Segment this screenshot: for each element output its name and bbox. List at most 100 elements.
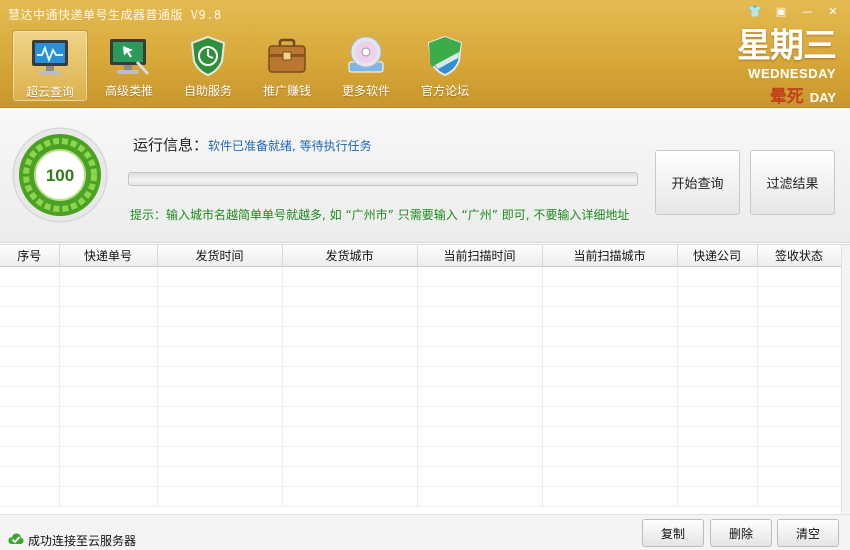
tool-more-software[interactable]: 更多软件 <box>328 30 404 102</box>
table-cell <box>0 346 60 367</box>
table-row[interactable] <box>0 406 842 427</box>
table-cell <box>757 486 842 507</box>
table-cell <box>59 406 158 427</box>
table-cell <box>0 466 60 487</box>
table-cell <box>59 306 158 327</box>
table-cell <box>542 266 678 287</box>
minimize-button[interactable]: — <box>796 3 818 20</box>
restore-button[interactable]: ▣ <box>770 3 792 20</box>
column-header[interactable]: 序号 <box>0 245 60 267</box>
shield-clock-icon <box>186 34 230 78</box>
column-header[interactable]: 发货城市 <box>282 245 418 267</box>
table-cell <box>59 346 158 367</box>
table-row[interactable] <box>0 426 842 447</box>
table-cell <box>677 486 758 507</box>
table-row[interactable] <box>0 346 842 367</box>
tip-text: 提示：输入城市名越简单单号就越多, 如 “广州市” 只需要输入 “广州” 即可,… <box>130 208 630 222</box>
table-cell <box>417 426 543 447</box>
column-header[interactable]: 快递单号 <box>59 245 158 267</box>
table-row[interactable] <box>0 286 842 307</box>
table-cell <box>0 486 60 507</box>
tool-advanced-inference[interactable]: 高级类推 <box>91 30 167 102</box>
copy-button[interactable]: 复制 <box>642 519 704 547</box>
table-cell <box>677 266 758 287</box>
tool-cloud-query[interactable]: 超云查询 <box>12 30 88 102</box>
table-cell <box>677 406 758 427</box>
table-cell <box>282 446 418 467</box>
column-header[interactable]: 当前扫描城市 <box>542 245 678 267</box>
tool-label: 官方论坛 <box>420 84 469 98</box>
clear-button[interactable]: 清空 <box>777 519 839 547</box>
weekday-en: WEDNESDAY <box>748 66 836 81</box>
column-header[interactable]: 发货时间 <box>157 245 283 267</box>
briefcase-icon <box>265 34 309 78</box>
table-row[interactable] <box>0 366 842 387</box>
table-cell <box>59 466 158 487</box>
table-cell <box>157 286 283 307</box>
table-row[interactable] <box>0 386 842 407</box>
table-row[interactable] <box>0 326 842 347</box>
shirt-icon: 👕 <box>748 5 762 18</box>
table-cell <box>282 366 418 387</box>
table-header: 序号 快递单号 发货时间 发货城市 当前扫描时间 当前扫描城市 快递公司 签收状… <box>0 245 842 267</box>
run-status: 软件已准备就绪, 等待执行任务 <box>208 139 372 153</box>
column-header[interactable]: 快递公司 <box>677 245 758 267</box>
table-cell <box>282 386 418 407</box>
table-cell <box>542 386 678 407</box>
table-cell <box>157 486 283 507</box>
table-row[interactable] <box>0 266 842 287</box>
table-cell <box>157 306 283 327</box>
app-header: 慧达中通快递单号生成器普通版 V9.8 👕 ▣ — ✕ 超云查询 高级类推 自助… <box>0 0 850 108</box>
table-cell <box>542 306 678 327</box>
table-cell <box>59 446 158 467</box>
close-button[interactable]: ✕ <box>822 3 844 20</box>
table-cell <box>542 366 678 387</box>
vertical-scrollbar[interactable] <box>841 245 850 515</box>
table-cell <box>417 346 543 367</box>
tool-self-service[interactable]: 自助服务 <box>170 30 246 102</box>
table-cell <box>157 266 283 287</box>
table-cell <box>677 326 758 347</box>
tool-label: 推广赚钱 <box>262 84 311 98</box>
tool-official-forum[interactable]: 官方论坛 <box>407 30 483 102</box>
table-cell <box>757 386 842 407</box>
table-cell <box>677 306 758 327</box>
tool-promotion[interactable]: 推广赚钱 <box>249 30 325 102</box>
table-cell <box>282 346 418 367</box>
window-controls: 👕 ▣ — ✕ <box>744 3 844 20</box>
connection-status: 成功连接至云服务器 <box>8 532 136 549</box>
table-cell <box>0 366 60 387</box>
table-cell <box>757 306 842 327</box>
table-row[interactable] <box>0 486 842 507</box>
delete-button[interactable]: 删除 <box>710 519 772 547</box>
score-gauge: 100 <box>11 126 109 224</box>
table-row[interactable] <box>0 466 842 487</box>
table-cell <box>757 266 842 287</box>
column-header[interactable]: 当前扫描时间 <box>417 245 543 267</box>
table-cell <box>0 406 60 427</box>
table-cell <box>0 386 60 407</box>
table-row[interactable] <box>0 306 842 327</box>
weekday-mood: 晕死 <box>769 87 804 107</box>
weekday-badge: 星期三 WEDNESDAY 晕死 DAY <box>724 28 837 107</box>
table-cell <box>0 306 60 327</box>
table-row[interactable] <box>0 446 842 467</box>
table-cell <box>677 466 758 487</box>
status-bar: 成功连接至云服务器 复制 删除 清空 <box>0 514 850 550</box>
window-icon: ▣ <box>775 5 787 18</box>
monitor-cursor-icon <box>107 34 151 78</box>
tool-label: 自助服务 <box>183 84 232 98</box>
table-cell <box>282 406 418 427</box>
table-cell <box>59 486 158 507</box>
column-header[interactable]: 签收状态 <box>757 245 842 267</box>
start-query-button[interactable]: 开始查询 <box>655 150 740 215</box>
filter-results-button[interactable]: 过滤结果 <box>750 150 835 215</box>
table-cell <box>417 366 543 387</box>
monitor-chart-icon <box>28 35 72 79</box>
table-cell <box>542 446 678 467</box>
skin-button[interactable]: 👕 <box>744 3 766 20</box>
table-cell <box>677 346 758 367</box>
table-cell <box>417 486 543 507</box>
table-cell <box>282 326 418 347</box>
table-cell <box>757 466 842 487</box>
